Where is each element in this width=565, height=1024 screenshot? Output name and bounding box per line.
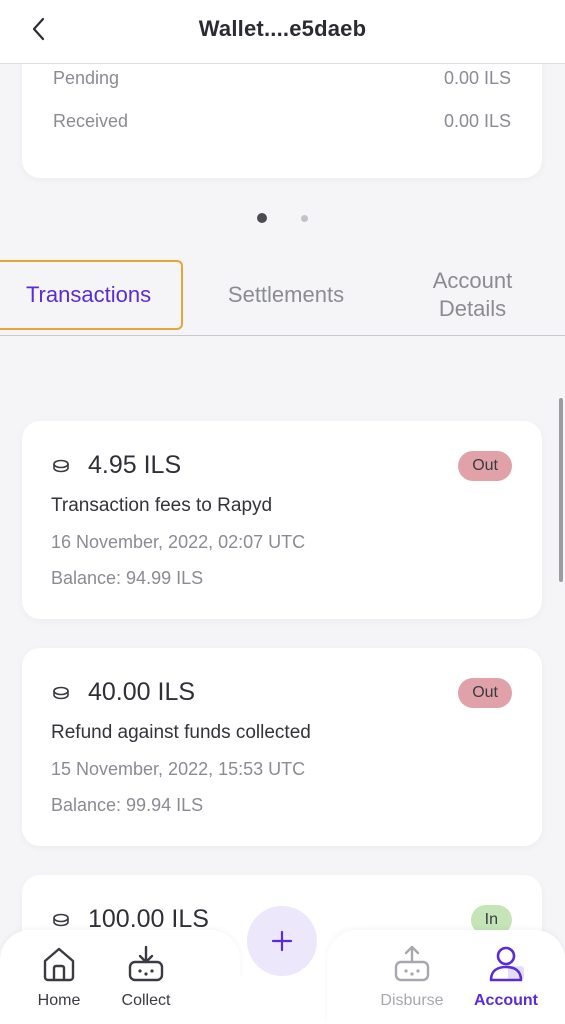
received-label: Received — [53, 111, 129, 131]
tab-bar: Transactions Settlements Account Details — [0, 254, 565, 336]
nav-label-home: Home — [37, 992, 81, 1009]
transaction-date: 15 November, 2022, 15:53 UTC — [51, 759, 306, 779]
direction-badge: Out — [458, 451, 512, 481]
nav-middle-panel — [236, 976, 330, 1024]
coin-icon — [53, 686, 69, 700]
app-header: Wallet....e5daeb — [0, 0, 565, 64]
direction-badge: Out — [458, 678, 512, 708]
transaction-balance: Balance: 94.99 ILS — [51, 568, 204, 588]
carousel-page-indicator — [0, 213, 565, 223]
transaction-card[interactable]: 4.95 ILS Out Transaction fees to Rapyd 1… — [22, 421, 542, 619]
nav-label-collect: Collect — [121, 992, 171, 1009]
received-value: 0.00 ILS — [443, 111, 511, 131]
home-icon — [43, 947, 75, 982]
user-icon — [489, 946, 524, 982]
disburse-icon — [394, 945, 430, 982]
page-dot-active[interactable] — [257, 213, 267, 223]
add-action-button[interactable] — [247, 906, 317, 976]
transaction-card[interactable]: 40.00 ILS Out Refund against funds colle… — [22, 648, 542, 846]
pending-value: 0.00 ILS — [443, 68, 511, 88]
pending-label: Pending — [53, 68, 120, 88]
nav-item-account[interactable]: Account — [466, 944, 546, 1020]
transaction-description: Refund against funds collected — [51, 722, 311, 743]
tab-account-details[interactable]: Account Details — [400, 260, 545, 330]
pending-row: Pending 0.00 ILS — [53, 68, 511, 89]
page-dot-inactive[interactable] — [301, 214, 308, 222]
nav-label-disburse: Disburse — [380, 992, 444, 1009]
transaction-balance: Balance: 99.94 ILS — [51, 795, 204, 815]
coin-icon — [53, 459, 69, 473]
scrollbar-thumb[interactable] — [559, 398, 563, 582]
transaction-description: Transaction fees to Rapyd — [51, 495, 273, 516]
page-title: Wallet....e5daeb — [198, 16, 367, 41]
tab-settlements[interactable]: Settlements — [196, 260, 376, 330]
nav-item-disburse[interactable]: Disburse — [372, 944, 452, 1020]
tab-transactions[interactable]: Transactions — [0, 260, 183, 330]
transaction-amount: 40.00 ILS — [88, 678, 196, 706]
received-row: Received 0.00 ILS — [53, 111, 511, 132]
nav-item-home[interactable]: Home — [19, 944, 99, 1020]
transaction-amount: 4.95 ILS — [88, 451, 182, 479]
plus-icon — [271, 930, 293, 952]
nav-item-collect[interactable]: Collect — [106, 944, 186, 1020]
coin-icon — [53, 913, 69, 927]
collect-icon — [128, 945, 164, 982]
nav-label-account: Account — [474, 992, 538, 1009]
transaction-date: 16 November, 2022, 02:07 UTC — [51, 532, 306, 552]
